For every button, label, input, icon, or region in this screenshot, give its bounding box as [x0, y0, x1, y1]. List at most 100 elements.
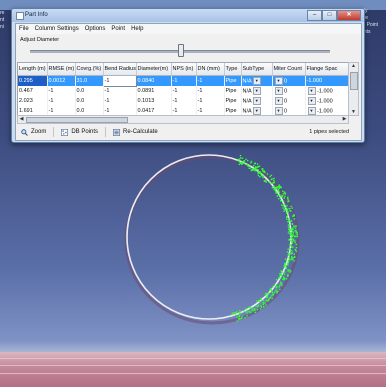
col-bend-radius[interactable]: Bend Radius — [103, 63, 137, 76]
cell-miter-count[interactable]: ▼ 0 — [272, 86, 306, 96]
col-flange-spacing[interactable]: Flange Spac — [305, 63, 348, 76]
col-rmse[interactable]: RMSE (m) — [47, 63, 76, 76]
point-cloud-point — [263, 170, 266, 172]
point-cloud-point — [252, 165, 255, 167]
point-cloud-point — [275, 290, 278, 293]
col-diameter[interactable]: Diameter(m) — [136, 63, 172, 76]
window-titlebar[interactable]: Part Info – □ ✕ — [12, 9, 364, 22]
point-cloud-point — [281, 204, 283, 206]
point-cloud-point — [287, 199, 289, 201]
col-subtype[interactable]: SubType — [241, 63, 273, 76]
point-cloud-point — [292, 256, 294, 259]
table-row[interactable]: 0.467 -1 0.0 -1 0.0891 -1 -1 Pipe N/A ▼ ▼… — [18, 86, 348, 96]
scroll-thumb[interactable] — [26, 117, 128, 123]
db-points-button[interactable]: DB Points — [57, 127, 102, 138]
point-cloud-point — [265, 292, 267, 295]
point-cloud-point — [238, 163, 241, 166]
col-coverage[interactable]: Covrg.(%) — [75, 63, 104, 76]
menu-column-settings[interactable]: Column Settings — [32, 24, 82, 34]
point-cloud-point — [288, 221, 290, 223]
scroll-right-icon[interactable]: ▶ — [341, 116, 348, 123]
point-cloud-point — [246, 312, 249, 314]
point-cloud-point — [253, 162, 256, 165]
point-cloud-point — [278, 286, 280, 288]
menu-file[interactable]: File — [16, 24, 32, 34]
point-cloud-point — [243, 310, 245, 312]
chevron-down-icon[interactable]: ▼ — [252, 97, 261, 105]
col-type[interactable]: Type — [224, 63, 242, 76]
point-cloud-point — [294, 240, 296, 242]
point-cloud-point — [287, 217, 290, 220]
point-cloud-point — [291, 256, 293, 258]
point-cloud-point — [274, 187, 277, 189]
scroll-left-icon[interactable]: ◀ — [18, 116, 25, 123]
point-cloud-point — [287, 274, 289, 276]
cell-subtype[interactable]: N/A ▼ — [241, 75, 273, 86]
chevron-down-icon[interactable]: ▼ — [252, 87, 261, 95]
adjust-diameter-thumb[interactable] — [178, 44, 184, 57]
point-cloud-point — [260, 297, 262, 300]
point-cloud-point — [291, 252, 293, 254]
minimize-button[interactable]: – — [307, 10, 322, 21]
point-cloud-point — [257, 304, 260, 306]
point-cloud-point — [264, 294, 266, 296]
chevron-down-icon[interactable]: ▼ — [252, 77, 261, 85]
point-cloud-point — [261, 174, 263, 177]
point-cloud-point — [294, 241, 296, 244]
chevron-down-icon[interactable]: ▼ — [252, 107, 261, 115]
table-horizontal-scrollbar[interactable]: ◀ ▶ — [17, 115, 349, 124]
close-button[interactable]: ✕ — [337, 10, 361, 21]
cell-miter-count[interactable]: ▼ 0 — [272, 75, 306, 86]
point-cloud-point — [273, 291, 276, 293]
zoom-button[interactable]: Zoom — [17, 127, 50, 138]
cell-nps: -1 — [171, 96, 197, 106]
table-row[interactable]: 0.295 0.0012 31.0 -1 0.0840 -1 -1 Pipe N… — [18, 75, 348, 87]
point-cloud-point — [271, 187, 274, 189]
cell-subtype[interactable]: N/A ▼ — [241, 86, 273, 96]
point-cloud-point — [285, 278, 288, 280]
point-cloud-point — [273, 182, 275, 184]
cell-bend-radius: -1 — [103, 96, 137, 106]
chevron-down-icon[interactable]: ▼ — [274, 107, 283, 115]
point-cloud-point — [259, 308, 262, 310]
menu-options[interactable]: Options — [82, 24, 109, 34]
point-cloud-point — [265, 179, 267, 181]
table-row[interactable]: 2.023 -1 0.0 -1 0.1013 -1 -1 Pipe N/A ▼ ▼… — [18, 96, 348, 106]
maximize-button[interactable]: □ — [322, 10, 337, 21]
point-cloud-point — [284, 204, 286, 207]
point-cloud-point — [289, 250, 292, 252]
menu-point[interactable]: Point — [108, 24, 128, 34]
chevron-down-icon[interactable]: ▼ — [274, 97, 283, 105]
col-miter-count[interactable]: Miter Count — [272, 63, 306, 76]
chevron-down-icon[interactable]: ▼ — [274, 87, 283, 95]
scroll-thumb[interactable] — [350, 72, 358, 90]
point-cloud-point — [265, 304, 267, 306]
point-cloud-point — [285, 206, 287, 209]
point-cloud-point — [238, 310, 241, 312]
col-nps[interactable]: NPS (in) — [171, 63, 197, 76]
point-cloud-point — [295, 249, 297, 251]
chevron-down-icon[interactable]: ▼ — [274, 77, 283, 85]
chevron-down-icon[interactable]: ▼ — [307, 97, 316, 105]
point-cloud-point — [275, 279, 278, 281]
menu-help[interactable]: Help — [128, 24, 146, 34]
point-cloud-point — [295, 243, 298, 246]
cell-bend-radius[interactable]: -1 — [102, 75, 137, 87]
scroll-down-icon[interactable]: ▼ — [350, 109, 357, 115]
scroll-up-icon[interactable]: ▲ — [350, 63, 357, 69]
point-cloud-point — [248, 306, 250, 308]
point-cloud-point — [248, 167, 250, 169]
chevron-down-icon[interactable]: ▼ — [307, 87, 316, 95]
cell-subtype[interactable]: N/A ▼ — [241, 96, 273, 106]
point-cloud-point — [245, 308, 247, 310]
table-vertical-scrollbar[interactable]: ▲ ▼ — [348, 62, 359, 116]
point-cloud-point — [288, 230, 290, 232]
cell-miter-count[interactable]: ▼ 0 — [272, 96, 306, 106]
point-cloud-point — [280, 199, 282, 202]
chevron-down-icon[interactable]: ▼ — [307, 107, 316, 115]
col-length[interactable]: Length (m) — [18, 63, 48, 76]
point-cloud-point — [283, 197, 285, 199]
re-calculate-button[interactable]: Re-Calculate — [109, 127, 162, 138]
col-dn[interactable]: DN (mm) — [196, 63, 225, 76]
point-cloud-point — [278, 277, 280, 279]
